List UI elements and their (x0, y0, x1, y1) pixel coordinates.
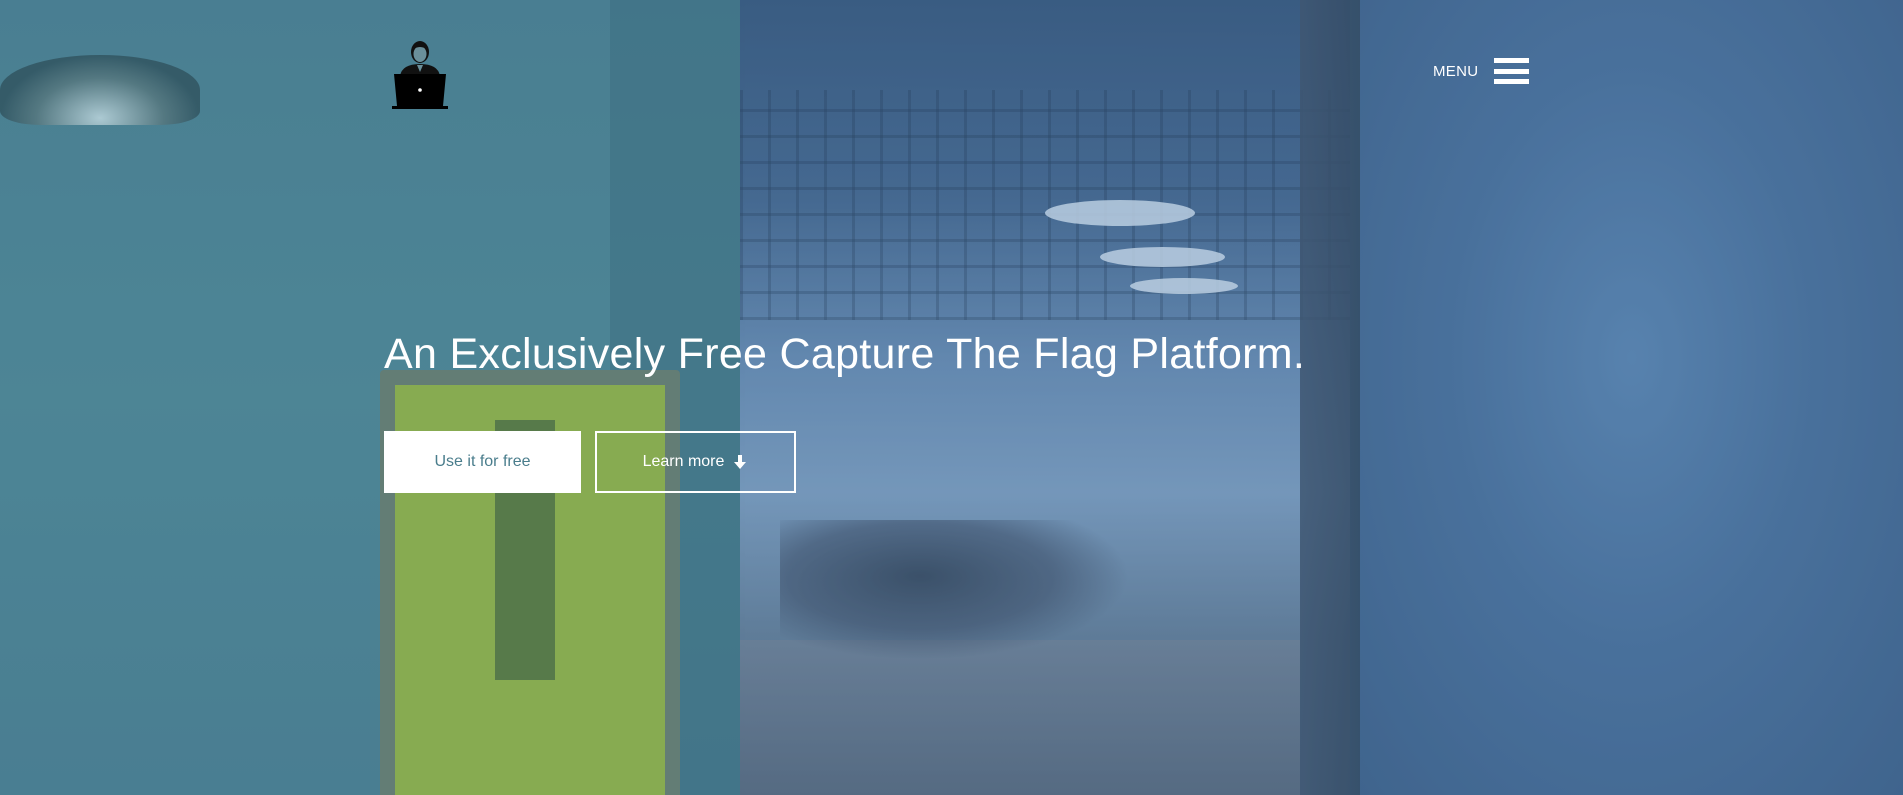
hamburger-icon (1494, 58, 1530, 84)
menu-label: MENU (1433, 62, 1479, 80)
use-for-free-button-label: Use it for free (434, 453, 531, 470)
learn-more-button[interactable]: Learn more (595, 431, 796, 493)
hero-color-overlay (0, 0, 1903, 795)
menu-toggle[interactable]: MENU (1433, 58, 1530, 84)
learn-more-button-label: Learn more (642, 453, 725, 470)
arrow-down-icon (732, 454, 748, 470)
hero-headline: An Exclusively Free Capture The Flag Pla… (384, 330, 1306, 378)
site-logo[interactable] (390, 38, 450, 110)
use-for-free-button[interactable]: Use it for free (384, 431, 581, 493)
hero-section (0, 0, 1903, 795)
hacker-laptop-icon (392, 41, 448, 109)
